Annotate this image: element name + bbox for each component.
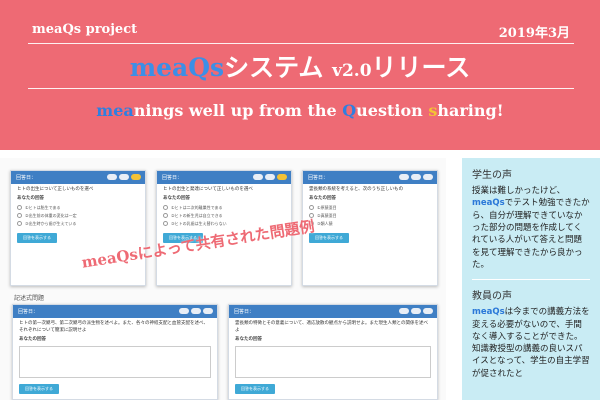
answer-label: あなたの回答 [309, 195, 336, 201]
tag-pill[interactable] [411, 174, 421, 180]
tagline-part: haring! [437, 101, 504, 120]
radio-button[interactable] [163, 205, 168, 210]
tagline: meanings well up from the Question shari… [0, 101, 600, 120]
tag-pill[interactable] [399, 174, 409, 180]
show-answer-button[interactable]: 回答を表示する [19, 384, 59, 395]
radio-button[interactable] [163, 213, 168, 218]
question-text: ヒトの出生と発達について正しいものを選べ [163, 187, 253, 192]
student-voice-text: 授業は難しかったけど、 meaQsでテスト勉強できたから、自分が理解できていなかっ… [472, 185, 590, 271]
card-header: 回答日： [303, 171, 437, 184]
title-brand: meaQs [129, 53, 225, 82]
tag-pill[interactable] [253, 174, 263, 180]
option-row[interactable]: ③出生時から歯が生えている [17, 221, 139, 227]
option-label: ③ヒトの乳歯は生え替わらない [171, 220, 227, 226]
option-row[interactable]: ②真猿亜目 [309, 213, 431, 219]
answer-label: あなたの回答 [19, 336, 46, 342]
card-header: 回答日： [157, 171, 291, 184]
radio-button[interactable] [17, 221, 22, 226]
tag-pill[interactable] [179, 308, 189, 314]
page-title: meaQsシステム v2.0リリース [0, 48, 600, 84]
option-label: ②真猿亜目 [317, 212, 337, 218]
header-banner: meaQs project 2019年3月 meaQsシステム v2.0リリース… [0, 0, 600, 150]
option-label: ③類人猿 [317, 220, 333, 226]
question-text: 霊長類の特徴とその意義について、適応放散の観点から説明せよ。また現生人類との関係… [235, 321, 428, 333]
tag-pill[interactable] [191, 308, 201, 314]
tag-pill[interactable] [203, 308, 213, 314]
answer-label: あなたの回答 [163, 195, 190, 201]
card-header-label: 回答日： [308, 175, 329, 181]
tag-pill[interactable] [107, 174, 117, 180]
descriptive-card: 回答日： ヒトの第一次鰓弓、第二次鰓弓の派生物を述べよ。また、各々の神経支配と血… [12, 304, 218, 400]
question-card: 回答日： 霊長類の系統を考えると、次のうち正しいもの あなたの回答 ①原猿亜目 … [302, 170, 438, 286]
radio-button[interactable] [163, 221, 168, 226]
card-header: 回答日： [229, 305, 437, 318]
header-divider-bottom [28, 88, 574, 89]
descriptive-card: 回答日： 霊長類の特徴とその意義について、適応放散の観点から説明せよ。また現生人… [228, 304, 438, 400]
option-label: ②出生前の体重の変化は一定 [25, 212, 77, 218]
card-header-label: 回答日： [162, 175, 183, 181]
radio-button[interactable] [309, 205, 314, 210]
show-answer-button[interactable]: 回答を表示する [17, 232, 57, 243]
question-text: ヒトの出生について正しいものを選べ [17, 187, 94, 192]
title-system: システム [224, 53, 333, 82]
tag-pill[interactable] [277, 174, 287, 180]
tagline-part: s [428, 101, 438, 120]
answer-textarea[interactable] [19, 346, 211, 379]
option-label: ③出生時から歯が生えている [25, 220, 77, 226]
tag-pill[interactable] [131, 174, 141, 180]
header-divider-top [28, 43, 574, 44]
student-voice-title: 学生の声 [472, 170, 512, 181]
sidebar-divider [472, 279, 590, 281]
card-header-label: 回答日： [234, 309, 255, 315]
tag-pill[interactable] [119, 174, 129, 180]
title-release: リリース [371, 53, 471, 82]
tag-pill[interactable] [423, 174, 433, 180]
teacher-text-part: は今までの講義方法を変える必要がないので、手間なく導入することができた。知識教授… [472, 307, 590, 379]
option-label: ②ヒトの新生児は自立できる [171, 212, 223, 218]
card-header: 回答日： [13, 305, 217, 318]
release-date: 2019年3月 [498, 26, 570, 41]
option-row[interactable]: ①ヒトは二次的離巣性である [163, 205, 285, 211]
option-label: ①ヒトは胎生である [25, 204, 61, 210]
project-name: meaQs project [32, 22, 138, 37]
answer-label: あなたの回答 [17, 195, 44, 201]
tag-pill[interactable] [423, 308, 433, 314]
tag-pill[interactable] [399, 308, 409, 314]
title-version: v2.0 [332, 61, 372, 81]
card-header-label: 回答日： [18, 309, 39, 315]
question-text: ヒトの第一次鰓弓、第二次鰓弓の派生物を述べよ。また、各々の神経支配と血管支配を述… [19, 321, 208, 333]
option-row[interactable]: ②ヒトの新生児は自立できる [163, 213, 285, 219]
show-answer-button[interactable]: 回答を表示する [235, 384, 275, 395]
tag-pill[interactable] [411, 308, 421, 314]
tagline-part: Q [342, 101, 357, 120]
student-text-part: でテスト勉強できたから、自分が理解できていなかった部分の問題を作成してくれている… [472, 198, 590, 270]
option-label: ①ヒトは二次的離巣性である [171, 204, 223, 210]
option-row[interactable]: ①原猿亜目 [309, 205, 431, 211]
tagline-part: nings well up from the [133, 101, 343, 120]
tag-pill[interactable] [265, 174, 275, 180]
card-header-label: 回答日： [16, 175, 37, 181]
teacher-brand: meaQs [472, 307, 505, 318]
option-label: ①原猿亜目 [317, 204, 337, 210]
teacher-voice-title: 教員の声 [472, 291, 512, 303]
question-card: 回答日： ヒトの出生について正しいものを選べ あなたの回答 ①ヒトは胎生である … [10, 170, 146, 286]
tagline-part: uestion [356, 101, 429, 120]
tagline-part: mea [96, 101, 134, 120]
section-label-descriptive: 記述式問題 [14, 295, 45, 302]
teacher-voice-text: meaQsは今までの講義方法を変える必要がないので、手間なく導入することができた… [472, 306, 590, 380]
card-header: 回答日： [11, 171, 145, 184]
option-row[interactable]: ①ヒトは胎生である [17, 205, 139, 211]
radio-button[interactable] [17, 205, 22, 210]
answer-textarea[interactable] [235, 346, 431, 379]
testimonial-sidebar: 学生の声 授業は難しかったけど、meaQsでテスト勉強できたから、自分が理解でき… [462, 158, 600, 400]
student-brand: meaQs [472, 198, 505, 209]
option-row[interactable]: ②出生前の体重の変化は一定 [17, 213, 139, 219]
radio-button[interactable] [17, 213, 22, 218]
answer-label: あなたの回答 [235, 336, 262, 342]
question-text: 霊長類の系統を考えると、次のうち正しいもの [309, 187, 404, 192]
student-text-part: 授業は難しかったけど、 [472, 186, 566, 196]
option-row[interactable]: ③類人猿 [309, 221, 431, 227]
